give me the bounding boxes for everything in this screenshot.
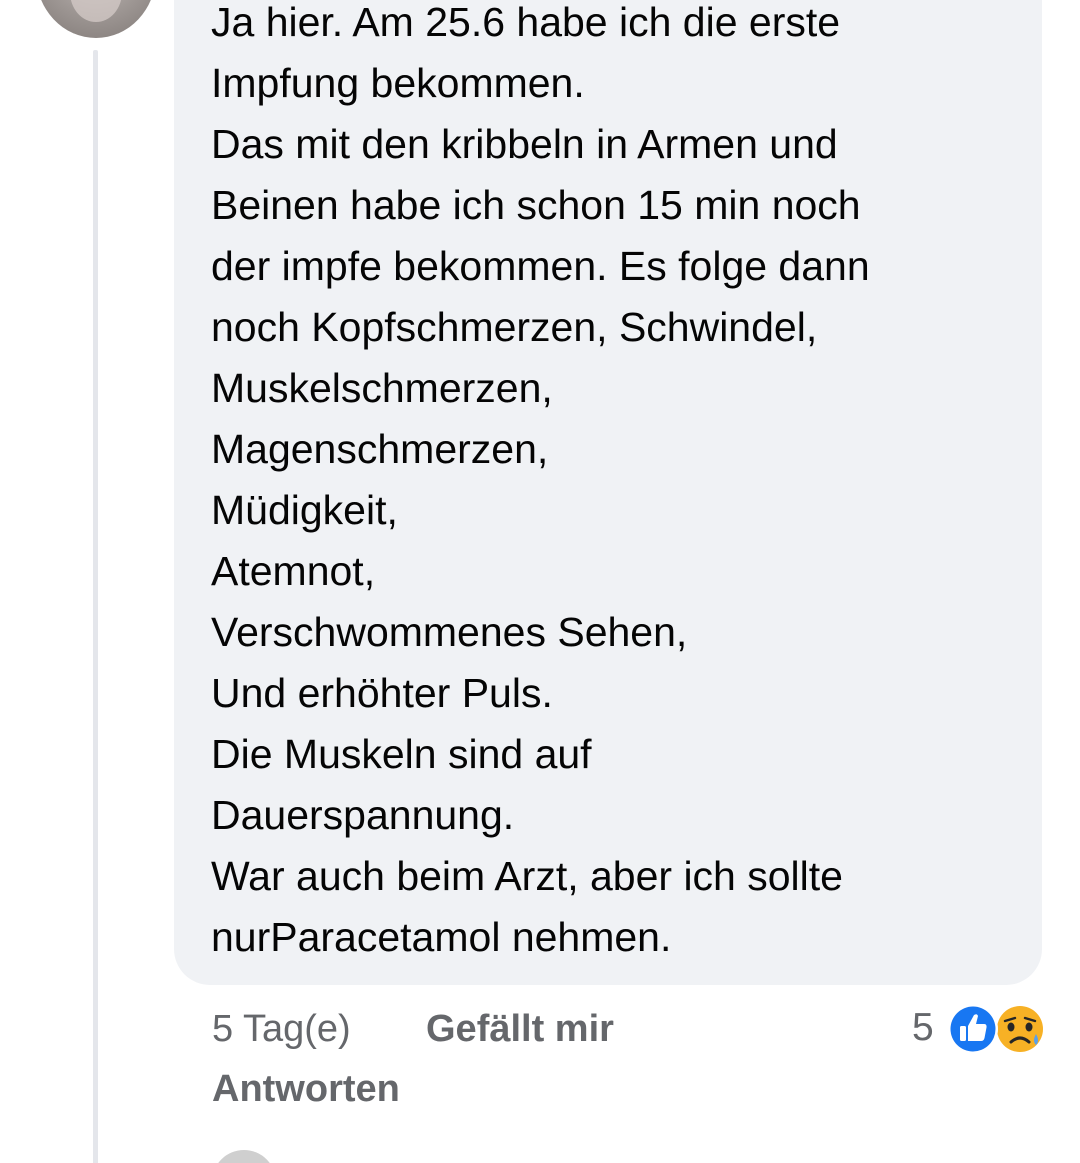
- like-button[interactable]: Gefällt mir: [426, 1008, 614, 1051]
- thread-connector-line: [93, 50, 98, 1163]
- comment-line: Ja hier. Am 25.6 habe ich die erste: [211, 0, 841, 45]
- comment-line: der impfe bekommen. Es folge dann: [211, 243, 870, 289]
- comment-text: Ja hier. Am 25.6 habe ich die erste Impf…: [211, 0, 1011, 968]
- comment-line: Impfung bekommen.: [211, 60, 585, 106]
- reply-button[interactable]: Antworten: [212, 1068, 400, 1111]
- avatar-face: [70, 0, 122, 22]
- comment-line: nurParacetamol nehmen.: [211, 914, 672, 960]
- comment-line: Magenschmerzen,: [211, 426, 549, 472]
- sad-icon: [997, 1006, 1043, 1052]
- commenter-avatar[interactable]: [36, 0, 156, 38]
- comment-line: Beinen habe ich schon 15 min noch: [211, 182, 861, 228]
- comment-line: Müdigkeit,: [211, 487, 398, 533]
- comment-line: Dauerspannung.: [211, 792, 515, 838]
- comment-line: noch Kopfschmerzen, Schwindel,: [211, 304, 818, 350]
- comment-thread: Ja hier. Am 25.6 habe ich die erste Impf…: [0, 0, 1080, 1163]
- comment-line: Das mit den kribbeln in Armen und: [211, 121, 838, 167]
- like-icon: [948, 1004, 998, 1054]
- reaction-icons[interactable]: [946, 1002, 1050, 1056]
- comment-line: War auch beim Arzt, aber ich sollte: [211, 853, 843, 899]
- reaction-count[interactable]: 5: [912, 1006, 934, 1050]
- comment-line: Atemnot,: [211, 548, 376, 594]
- comment-line: Die Muskeln sind auf: [211, 731, 592, 777]
- comment-timestamp[interactable]: 5 Tag(e): [212, 1008, 351, 1051]
- comment-line: Verschwommenes Sehen,: [211, 609, 688, 655]
- comment-line: Muskelschmerzen,: [211, 365, 553, 411]
- next-comment-avatar[interactable]: [212, 1150, 276, 1163]
- comment-line: Und erhöhter Puls.: [211, 670, 553, 716]
